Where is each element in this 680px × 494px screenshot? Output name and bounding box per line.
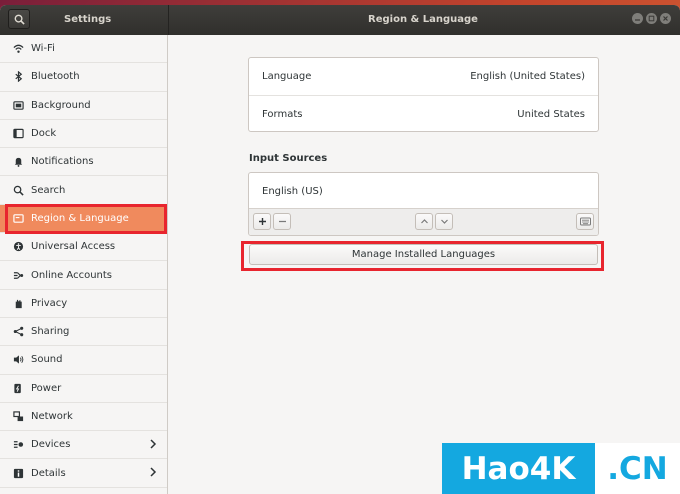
chevron-right-icon	[149, 439, 157, 452]
search-icon	[14, 14, 25, 25]
minimize-button[interactable]	[632, 13, 643, 24]
sidebar-item-universal-access[interactable]: Universal Access	[0, 233, 167, 262]
sidebar-item-label: Online Accounts	[31, 269, 113, 281]
move-up-button[interactable]	[415, 213, 433, 230]
search-icon	[12, 184, 24, 196]
watermark-domain: .CN	[595, 443, 680, 494]
sidebar-item-sharing[interactable]: Sharing	[0, 318, 167, 347]
sidebar-item-label: Power	[31, 382, 62, 394]
wifi-icon	[12, 43, 24, 55]
hand-icon	[12, 297, 24, 309]
remove-input-source-button[interactable]	[273, 213, 291, 230]
network-icon	[12, 411, 24, 423]
sidebar-item-label: Universal Access	[31, 241, 116, 253]
info-icon	[12, 467, 24, 479]
sidebar-item-label: Devices	[31, 439, 71, 451]
sidebar-item-details[interactable]: Details	[0, 459, 167, 488]
sidebar-item-sound[interactable]: Sound	[0, 346, 167, 375]
move-down-button[interactable]	[435, 213, 453, 230]
formats-value: United States	[517, 108, 585, 120]
watermark-text: Hao4K	[442, 443, 595, 494]
speaker-icon	[12, 354, 24, 366]
sidebar-item-label: Search	[31, 184, 66, 196]
sidebar-item-label: Network	[31, 411, 73, 422]
sidebar-item-power[interactable]: Power	[0, 375, 167, 403]
minimize-icon	[635, 19, 640, 21]
sidebar-item-label: Region & Language	[31, 212, 129, 224]
sidebar-item-region-language[interactable]: Region & Language	[0, 204, 167, 234]
sidebar-item-label: Wi-Fi	[31, 43, 55, 55]
maximize-button[interactable]	[646, 13, 657, 24]
manage-installed-languages-button[interactable]: Manage Installed Languages	[249, 244, 598, 265]
watermark-logo: Hao4K .CN	[442, 443, 680, 494]
dock-icon	[12, 128, 24, 140]
sidebar-item-dock[interactable]: Dock	[0, 120, 167, 149]
flag-icon	[12, 212, 24, 224]
power-icon	[12, 382, 24, 394]
list-item[interactable]: English (US)	[249, 173, 598, 209]
background-icon	[12, 99, 24, 111]
sidebar-item-bluetooth[interactable]: Bluetooth	[0, 63, 167, 92]
bell-icon	[12, 156, 24, 168]
input-source-label: English (US)	[262, 185, 323, 197]
language-formats-panel: Language English (United States) Formats…	[248, 57, 599, 132]
chevron-down-icon	[440, 219, 448, 224]
close-icon	[663, 16, 668, 21]
input-sources-title: Input Sources	[249, 153, 328, 164]
minus-icon	[278, 220, 286, 223]
sidebar-item-network[interactable]: Network	[0, 403, 167, 432]
devices-icon	[12, 439, 24, 451]
online-accounts-icon	[12, 269, 24, 281]
sidebar-title: Settings	[64, 14, 112, 25]
sidebar-item-privacy[interactable]: Privacy	[0, 290, 167, 318]
window-title: Region & Language	[368, 14, 478, 25]
sidebar-item-search[interactable]: Search	[0, 176, 167, 205]
window-controls	[632, 13, 671, 24]
input-sources-list: English (US)	[248, 172, 599, 236]
sidebar-item-label: Privacy	[31, 297, 68, 309]
chevron-right-icon	[149, 467, 157, 480]
title-bar: Settings Region & Language	[0, 5, 680, 35]
sidebar-item-label: Bluetooth	[31, 71, 80, 83]
input-sources-toolbar	[249, 208, 598, 235]
share-icon	[12, 326, 24, 338]
sidebar-item-label: Dock	[31, 128, 57, 140]
accessibility-icon	[12, 241, 24, 253]
sidebar-item-online-accounts[interactable]: Online Accounts	[0, 261, 167, 290]
sidebar-item-label: Background	[31, 99, 91, 111]
sidebar-item-notifications[interactable]: Notifications	[0, 148, 167, 177]
sidebar-item-label: Notifications	[31, 156, 94, 168]
sidebar-item-label: Sharing	[31, 326, 70, 338]
formats-label: Formats	[262, 108, 303, 120]
sidebar-item-background[interactable]: Background	[0, 92, 167, 120]
add-input-source-button[interactable]	[253, 213, 271, 230]
bluetooth-icon	[12, 71, 24, 83]
sidebar-item-devices[interactable]: Devices	[0, 431, 167, 460]
search-button[interactable]	[8, 9, 30, 29]
language-value: English (United States)	[470, 71, 585, 82]
sidebar-item-label: Sound	[31, 354, 63, 366]
chevron-up-icon	[420, 219, 428, 224]
main-content: Language English (United States) Formats…	[169, 35, 680, 494]
keyboard-icon	[579, 217, 591, 226]
language-label: Language	[262, 71, 312, 82]
keyboard-layout-button[interactable]	[576, 213, 594, 230]
maximize-icon	[648, 15, 655, 22]
formats-row[interactable]: Formats United States	[249, 95, 598, 132]
plus-icon	[258, 218, 266, 225]
sidebar: Wi-Fi Bluetooth Background Dock Notifica…	[0, 35, 168, 494]
sidebar-item-label: Details	[31, 467, 66, 479]
close-button[interactable]	[660, 13, 671, 24]
settings-window: Settings Region & Language Wi-Fi Bluetoo…	[0, 5, 680, 494]
sidebar-item-wifi[interactable]: Wi-Fi	[0, 35, 167, 64]
language-row[interactable]: Language English (United States)	[249, 58, 598, 95]
